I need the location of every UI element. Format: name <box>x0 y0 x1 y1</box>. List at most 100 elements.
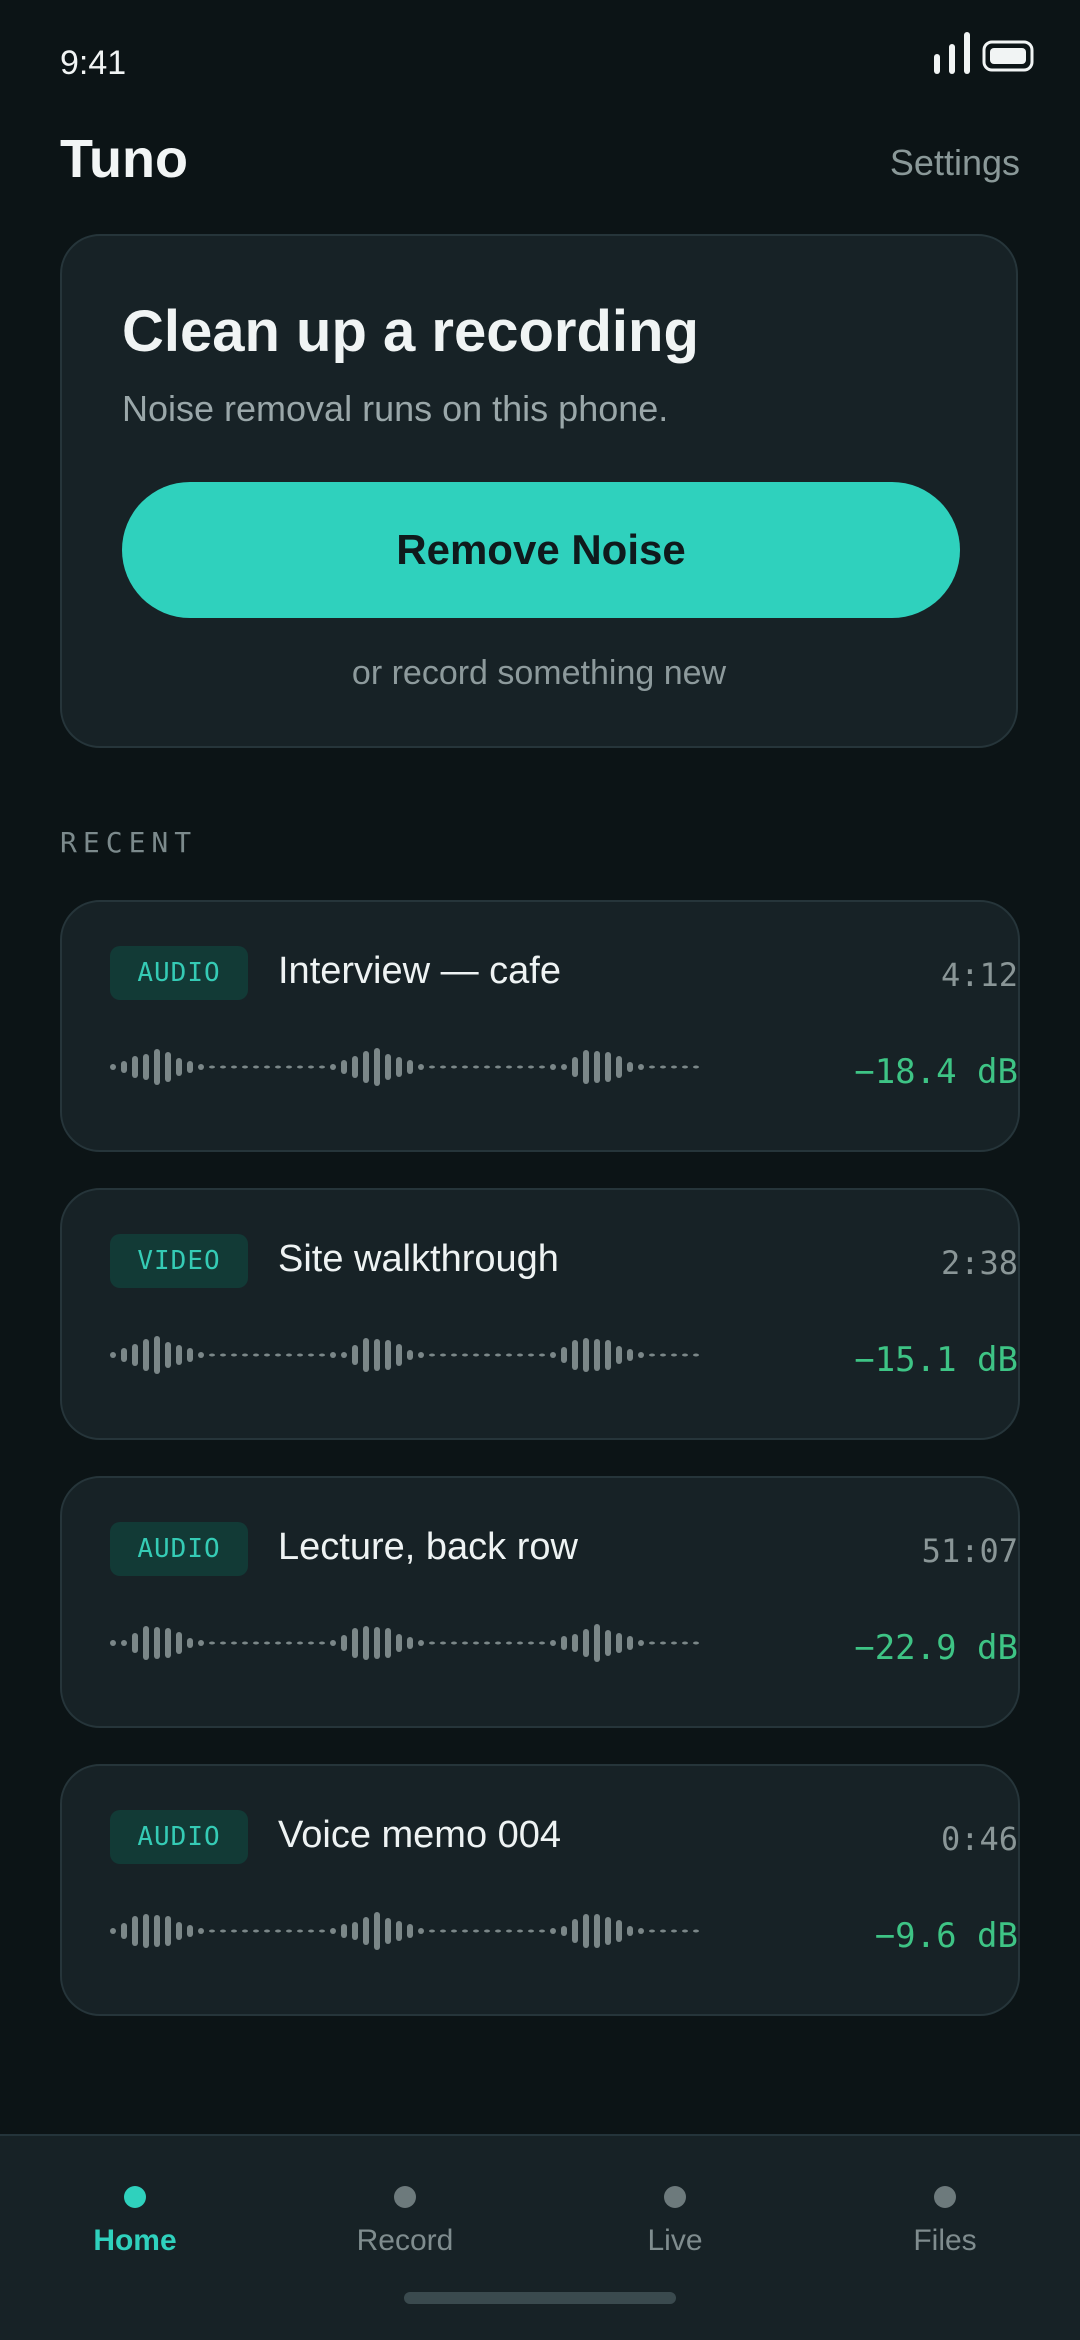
waveform-bar <box>462 1929 468 1933</box>
waveform-bar <box>286 1353 292 1357</box>
waveform-bar <box>462 1641 468 1645</box>
waveform-bar <box>374 1048 380 1086</box>
waveform-bar <box>154 1336 160 1374</box>
waveform-bar <box>594 1914 600 1948</box>
waveform-bar <box>220 1065 226 1069</box>
waveform-bar <box>264 1353 270 1357</box>
waveform-bar <box>440 1065 446 1069</box>
waveform-bar <box>286 1065 292 1069</box>
nav-item-live[interactable]: Live <box>575 2186 775 2258</box>
waveform-bar <box>319 1929 325 1933</box>
waveform-bar <box>374 1912 380 1950</box>
waveform-bar <box>594 1051 600 1083</box>
waveform-bar <box>132 1916 138 1946</box>
waveform-bar <box>528 1641 534 1645</box>
waveform-bar <box>638 1928 644 1934</box>
nav-item-files[interactable]: Files <box>845 2186 1045 2258</box>
waveform <box>110 1912 699 1950</box>
waveform-bar <box>517 1641 523 1645</box>
waveform-bar <box>671 1929 677 1933</box>
waveform-bar <box>693 1065 699 1069</box>
waveform-bar <box>517 1065 523 1069</box>
waveform-bar <box>473 1065 479 1069</box>
waveform-bar <box>495 1929 501 1933</box>
waveform-bar <box>341 1352 347 1358</box>
settings-link[interactable]: Settings <box>890 142 1020 184</box>
waveform-bar <box>583 1338 589 1372</box>
waveform-bar <box>198 1064 204 1070</box>
waveform-bar <box>693 1641 699 1645</box>
waveform-bar <box>528 1929 534 1933</box>
waveform-bar <box>154 1627 160 1659</box>
waveform-bar <box>363 1051 369 1083</box>
waveform-bar <box>462 1353 468 1357</box>
bottom-nav: Home Record Live Files <box>0 2134 1080 2340</box>
waveform-bar <box>627 1636 633 1650</box>
app-header: Tuno Settings <box>60 122 1020 202</box>
waveform-bar <box>484 1065 490 1069</box>
waveform-bar <box>396 1921 402 1941</box>
waveform-bar <box>462 1065 468 1069</box>
recording-card[interactable]: AUDIO Voice memo 004 0:46 −9.6 dB <box>60 1764 1020 2016</box>
waveform-bar <box>264 1641 270 1645</box>
nav-item-home[interactable]: Home <box>35 2186 235 2258</box>
waveform-bar <box>198 1640 204 1646</box>
waveform-bar <box>550 1352 556 1358</box>
waveform-bar <box>319 1353 325 1357</box>
remove-noise-button[interactable]: Remove Noise <box>122 482 960 618</box>
recording-title: Voice memo 004 <box>278 1814 562 1856</box>
waveform-bar <box>110 1928 116 1934</box>
waveform-bar <box>253 1065 259 1069</box>
recording-card[interactable]: AUDIO Interview — cafe 4:12 −18.4 dB <box>60 900 1020 1152</box>
waveform-bar <box>451 1641 457 1645</box>
waveform-bar <box>253 1929 259 1933</box>
files-dot-icon <box>934 2186 956 2208</box>
waveform-bar <box>561 1347 567 1363</box>
recording-card[interactable]: VIDEO Site walkthrough 2:38 −15.1 dB <box>60 1188 1020 1440</box>
waveform-bar <box>242 1353 248 1357</box>
recording-duration: 51:07 <box>921 1532 1018 1570</box>
waveform-bar <box>605 1052 611 1082</box>
waveform-bar <box>308 1641 314 1645</box>
type-badge: AUDIO <box>110 1810 248 1864</box>
waveform-bar <box>242 1929 248 1933</box>
waveform-bar <box>209 1641 215 1645</box>
waveform-bar <box>330 1640 336 1646</box>
recording-card[interactable]: AUDIO Lecture, back row 51:07 −22.9 dB <box>60 1476 1020 1728</box>
recording-duration: 2:38 <box>940 1244 1018 1282</box>
waveform-bar <box>319 1641 325 1645</box>
waveform-bar <box>330 1928 336 1934</box>
waveform-bar <box>275 1065 281 1069</box>
recent-section-label: RECENT <box>60 826 198 859</box>
waveform-bar <box>550 1064 556 1070</box>
nav-label: Home <box>93 2224 177 2257</box>
waveform-bar <box>363 1338 369 1372</box>
waveform-bar <box>649 1641 655 1645</box>
waveform-bar <box>297 1641 303 1645</box>
waveform-bar <box>561 1064 567 1070</box>
waveform-bar <box>187 1925 193 1937</box>
waveform-bar <box>605 1917 611 1945</box>
waveform-bar <box>363 1626 369 1660</box>
signal-icon <box>934 32 970 74</box>
waveform-bar <box>451 1353 457 1357</box>
recording-duration: 4:12 <box>940 956 1018 994</box>
waveform-bar <box>418 1352 424 1358</box>
waveform-bar <box>429 1929 435 1933</box>
nav-item-record[interactable]: Record <box>305 2186 505 2258</box>
waveform-bar <box>682 1641 688 1645</box>
waveform-bar <box>352 1628 358 1658</box>
waveform-bar <box>176 1922 182 1940</box>
waveform-bar <box>220 1929 226 1933</box>
waveform-bar <box>682 1353 688 1357</box>
record-new-link[interactable]: or record something new <box>62 654 1016 693</box>
waveform-bar <box>132 1056 138 1078</box>
waveform-bar <box>572 1057 578 1077</box>
waveform-bar <box>286 1929 292 1933</box>
waveform-bar <box>363 1917 369 1945</box>
waveform-bar <box>649 1929 655 1933</box>
waveform-bar <box>165 1052 171 1082</box>
waveform-bar <box>143 1054 149 1080</box>
waveform-bar <box>396 1057 402 1077</box>
waveform-bar <box>143 1914 149 1948</box>
